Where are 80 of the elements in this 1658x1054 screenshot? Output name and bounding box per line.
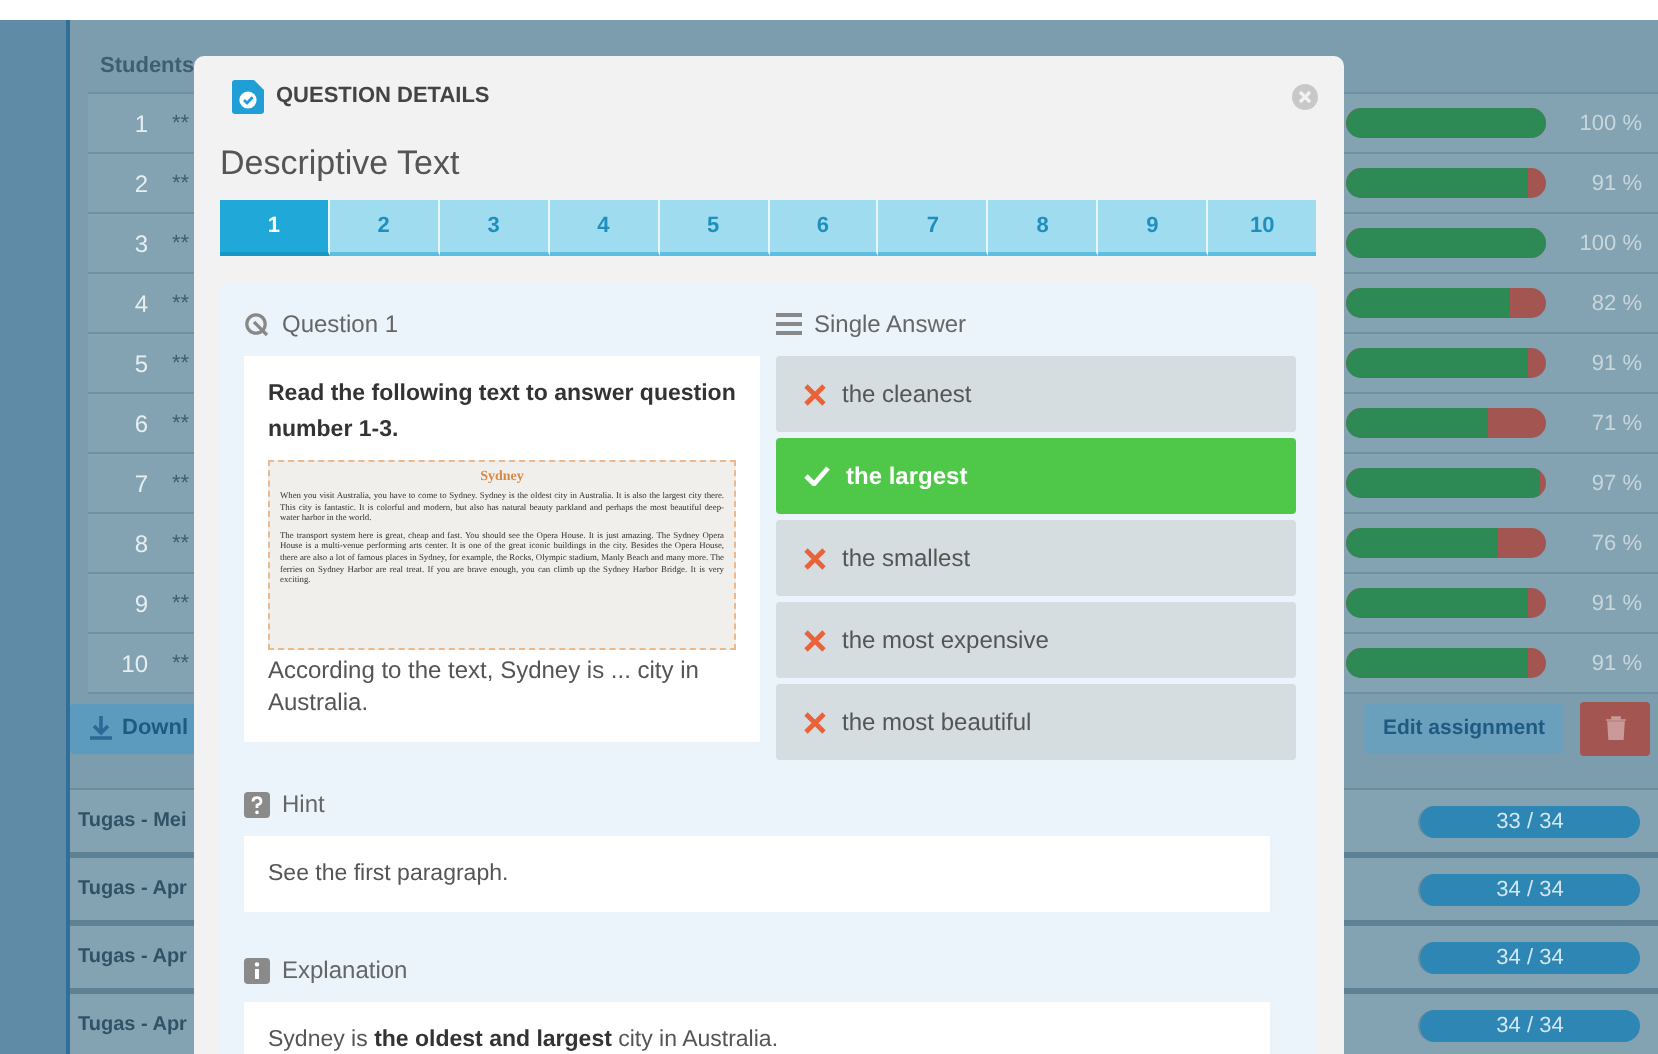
- cross-icon: [804, 711, 826, 733]
- explanation-text: Sydney is the oldest and largest city in Australia.: [268, 1028, 779, 1052]
- student-name: **: [172, 531, 190, 555]
- submission-count: 34 / 34: [1418, 1009, 1640, 1041]
- student-name: **: [172, 351, 190, 375]
- answer-text: the most expensive: [842, 626, 1049, 654]
- answer-text: the most beautiful: [842, 708, 1032, 736]
- answer-text: the cleanest: [842, 380, 972, 408]
- hint-text: See the first paragraph.: [244, 836, 1270, 912]
- list-icon: [776, 312, 802, 336]
- column-header: Students: [100, 54, 195, 78]
- question-tab[interactable]: 6: [769, 200, 879, 256]
- search-icon: [244, 311, 270, 337]
- cross-icon: [804, 629, 826, 651]
- cross-icon: [804, 383, 826, 405]
- row-number: 1: [132, 109, 148, 137]
- question-tab[interactable]: 10: [1208, 200, 1317, 256]
- cross-icon: [804, 547, 826, 569]
- download-button[interactable]: Downl: [70, 703, 194, 753]
- row-number: 10: [119, 649, 148, 677]
- question-label: Question 1: [282, 310, 399, 338]
- assignment-title[interactable]: Tugas - Apr: [70, 878, 187, 900]
- submission-count: 34 / 34: [1418, 873, 1640, 905]
- question-tab[interactable]: 3: [439, 200, 550, 256]
- row-number: 7: [132, 469, 148, 497]
- score-percent: 100 %: [1577, 231, 1644, 255]
- close-icon[interactable]: [1292, 83, 1318, 109]
- row-number: 9: [132, 589, 148, 617]
- assignment-title[interactable]: Tugas - Apr: [70, 946, 187, 968]
- download-icon: [90, 716, 112, 740]
- delete-button[interactable]: [1580, 701, 1650, 755]
- student-name: **: [172, 291, 190, 315]
- score-percent: 97 %: [1589, 471, 1644, 495]
- question-stem: According to the text, Sydney is ... city in Australia.: [268, 654, 701, 718]
- dialog-title: QUESTION DETAILS: [276, 84, 490, 108]
- edit-assignment-button[interactable]: Edit assignment: [1364, 703, 1564, 753]
- score-percent: 91 %: [1589, 591, 1644, 615]
- student-name: **: [172, 411, 190, 435]
- score-percent: 91 %: [1589, 651, 1644, 675]
- trash-icon: [1605, 716, 1625, 740]
- score-percent: 76 %: [1589, 531, 1644, 555]
- question-mark-icon: [244, 791, 270, 817]
- explanation-label: Explanation: [282, 956, 408, 984]
- row-number: 3: [132, 229, 148, 257]
- row-number: 8: [132, 529, 148, 557]
- score-percent: 82 %: [1589, 291, 1644, 315]
- document-check-icon: [232, 79, 264, 113]
- student-name: **: [172, 111, 190, 135]
- question-tab[interactable]: 5: [659, 200, 770, 256]
- question-tab[interactable]: 1: [220, 200, 330, 256]
- student-name: **: [172, 591, 190, 615]
- answer-text: the largest: [846, 462, 968, 490]
- student-name: **: [172, 171, 190, 195]
- row-number: 6: [132, 409, 148, 437]
- question-tab[interactable]: 8: [988, 200, 1099, 256]
- assignment-title[interactable]: Tugas - Apr: [70, 1014, 187, 1036]
- hint-label: Hint: [282, 790, 325, 818]
- question-tab[interactable]: 4: [549, 200, 660, 256]
- info-icon: [244, 957, 270, 983]
- question-prompt: Read the following text to answer question number 1-3.: [268, 380, 736, 446]
- score-percent: 100 %: [1577, 111, 1644, 135]
- question-tab[interactable]: 9: [1098, 200, 1209, 256]
- submission-count: 34 / 34: [1418, 941, 1640, 973]
- student-name: **: [172, 651, 190, 675]
- dialog-heading: Descriptive Text: [220, 142, 462, 186]
- question-tab[interactable]: 2: [329, 200, 440, 256]
- assignment-title[interactable]: Tugas - Mei: [70, 810, 187, 832]
- row-number: 4: [132, 289, 148, 317]
- answer-type-label: Single Answer: [814, 310, 967, 338]
- answer-text: the smallest: [842, 544, 971, 572]
- score-percent: 71 %: [1589, 411, 1644, 435]
- question-tab[interactable]: 7: [878, 200, 989, 256]
- score-percent: 91 %: [1589, 351, 1644, 375]
- row-number: 5: [132, 349, 148, 377]
- check-icon: [804, 466, 830, 486]
- submission-count: 33 / 34: [1418, 805, 1640, 837]
- row-number: 2: [132, 169, 148, 197]
- student-name: **: [172, 471, 190, 495]
- score-percent: 91 %: [1589, 171, 1644, 195]
- student-name: **: [172, 231, 190, 255]
